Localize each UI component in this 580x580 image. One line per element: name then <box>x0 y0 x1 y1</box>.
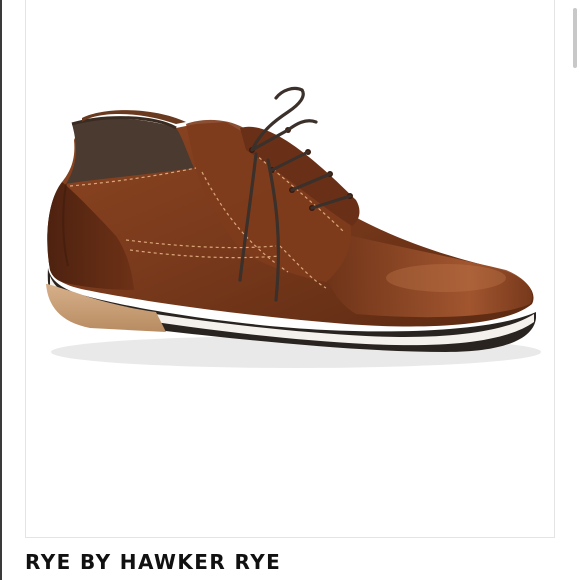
product-image-frame[interactable] <box>25 0 555 538</box>
shoe-photo <box>46 86 541 368</box>
left-divider <box>0 0 2 580</box>
product-title: RYE BY HAWKER RYE <box>25 550 282 574</box>
scrollbar-thumb[interactable] <box>573 8 577 68</box>
screen: RYE BY HAWKER RYE <box>0 0 580 580</box>
